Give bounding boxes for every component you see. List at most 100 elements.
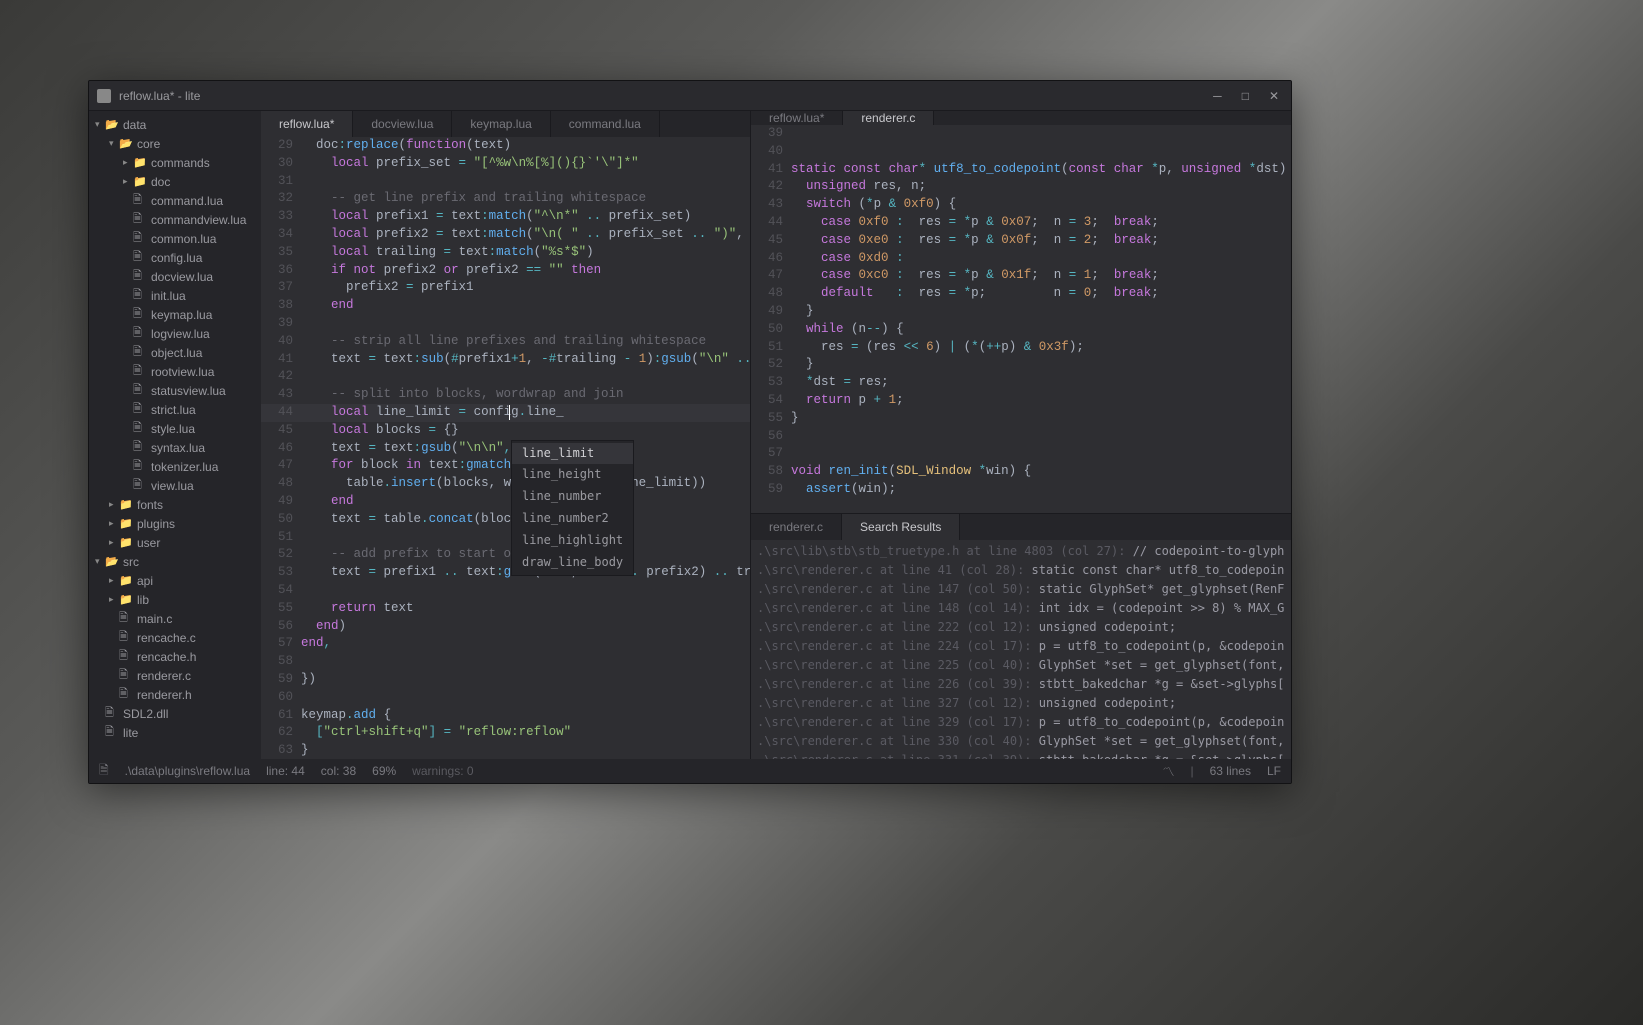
tree-item[interactable]: 🗎commandview.lua <box>89 210 261 229</box>
status-col: col: 38 <box>321 764 356 778</box>
bottom-tabs[interactable]: renderer.cSearch Results <box>751 514 1291 540</box>
tree-item-label: api <box>137 574 153 588</box>
search-result-row[interactable]: .\src\renderer.c at line 225 (col 40): G… <box>757 656 1285 675</box>
file-icon: 🗎 <box>119 647 133 666</box>
tree-item[interactable]: 🗎 style.lua <box>89 419 261 438</box>
tree-item[interactable]: 🗎init.lua <box>89 286 261 305</box>
file-icon: 🗎 <box>133 343 147 362</box>
tree-item-label: strict.lua <box>151 403 196 417</box>
tab[interactable]: Search Results <box>842 514 960 540</box>
tree-item[interactable]: 🗎keymap.lua <box>89 305 261 324</box>
tree-item[interactable]: 🗎strict.lua <box>89 400 261 419</box>
tree-item[interactable]: ▾📂data <box>89 115 261 134</box>
file-icon: 🗎 <box>133 419 147 438</box>
tree-item[interactable]: ▸📁fonts <box>89 495 261 514</box>
file-icon: 🗎 <box>133 229 147 248</box>
left-tabs[interactable]: reflow.lua*docview.luakeymap.luacommand.… <box>261 111 750 137</box>
tree-item[interactable]: 🗎rootview.lua <box>89 362 261 381</box>
search-result-row[interactable]: .\src\renderer.c at line 222 (col 12): u… <box>757 618 1285 637</box>
autocomplete-item[interactable]: line_number <box>512 486 633 508</box>
tree-item[interactable]: ▸📁api <box>89 571 261 590</box>
right-editor[interactable]: 39 40 41 42 43 44 45 46 47 48 49 50 51 5… <box>751 125 1291 513</box>
search-result-row[interactable]: .\src\lib\stb\stb_truetype.h at line 480… <box>757 542 1285 561</box>
app-window: reflow.lua* - lite ─ □ ✕ ▾📂data▾📂core▸📁c… <box>88 80 1292 784</box>
close-button[interactable]: ✕ <box>1269 89 1279 103</box>
tree-item-label: rencache.c <box>137 631 196 645</box>
tree-item[interactable]: 🗎rencache.h <box>89 647 261 666</box>
search-result-row[interactable]: .\src\renderer.c at line 148 (col 14): i… <box>757 599 1285 618</box>
left-editor[interactable]: 29 30 31 32 33 34 35 36 37 38 39 40 41 4… <box>261 137 750 759</box>
tree-item[interactable]: 🗎lite <box>89 723 261 742</box>
tree-item-label: rootview.lua <box>151 365 214 379</box>
status-warnings: warnings: 0 <box>412 764 473 778</box>
tab[interactable]: keymap.lua <box>452 111 550 137</box>
tree-item-label: src <box>123 555 139 569</box>
right-tabs[interactable]: reflow.lua*renderer.c <box>751 111 1291 125</box>
minimize-button[interactable]: ─ <box>1213 89 1222 103</box>
search-results[interactable]: .\src\lib\stb\stb_truetype.h at line 480… <box>751 540 1291 759</box>
tree-item[interactable]: ▾📂core <box>89 134 261 153</box>
tree-item[interactable]: 🗎renderer.h <box>89 685 261 704</box>
tab[interactable]: reflow.lua* <box>751 111 843 125</box>
folder-icon: 📁 <box>119 517 133 530</box>
file-tree[interactable]: ▾📂data▾📂core▸📁commands▸📁doc🗎command.lua🗎… <box>89 111 261 759</box>
tree-item[interactable]: 🗎main.c <box>89 609 261 628</box>
search-result-row[interactable]: .\src\renderer.c at line 226 (col 39): s… <box>757 675 1285 694</box>
tree-item[interactable]: ▸📁doc <box>89 172 261 191</box>
chevron-icon: ▸ <box>123 176 133 187</box>
autocomplete-item[interactable]: line_limit <box>512 443 633 465</box>
tree-item[interactable]: 🗎view.lua <box>89 476 261 495</box>
tree-item[interactable]: 🗎docview.lua <box>89 267 261 286</box>
search-result-row[interactable]: .\src\renderer.c at line 330 (col 40): G… <box>757 732 1285 751</box>
tree-item-label: core <box>137 137 160 151</box>
status-lines-count: 63 lines <box>1210 764 1251 778</box>
tab[interactable]: renderer.c <box>751 514 842 540</box>
tree-item[interactable]: 🗎config.lua <box>89 248 261 267</box>
search-result-row[interactable]: .\src\renderer.c at line 41 (col 28): st… <box>757 561 1285 580</box>
tree-item[interactable]: ▸📁lib <box>89 590 261 609</box>
folder-icon: 📁 <box>133 175 147 188</box>
chevron-icon: ▸ <box>123 157 133 168</box>
tree-item[interactable]: 🗎object.lua <box>89 343 261 362</box>
tree-item-label: style.lua <box>151 422 195 436</box>
tree-item-label: statusview.lua <box>151 384 226 398</box>
chevron-icon: ▾ <box>95 119 105 130</box>
file-icon: 🗎 <box>133 286 147 305</box>
tree-item[interactable]: 🗎common.lua <box>89 229 261 248</box>
tree-item[interactable]: 🗎rencache.c <box>89 628 261 647</box>
tab[interactable]: command.lua <box>551 111 660 137</box>
graph-icon: 〽 <box>1162 763 1174 780</box>
autocomplete-item[interactable]: draw_line_body <box>512 552 633 574</box>
titlebar[interactable]: reflow.lua* - lite ─ □ ✕ <box>89 81 1291 111</box>
tree-item[interactable]: ▸📁user <box>89 533 261 552</box>
tree-item-label: renderer.c <box>137 669 191 683</box>
search-result-row[interactable]: .\src\renderer.c at line 329 (col 17): p… <box>757 713 1285 732</box>
tree-item[interactable]: 🗎command.lua <box>89 191 261 210</box>
tree-item-label: commandview.lua <box>151 213 246 227</box>
tree-item[interactable]: 🗎syntax.lua <box>89 438 261 457</box>
search-result-row[interactable]: .\src\renderer.c at line 147 (col 50): s… <box>757 580 1285 599</box>
tab[interactable]: renderer.c <box>843 111 934 125</box>
autocomplete-item[interactable]: line_height <box>512 464 633 486</box>
tree-item[interactable]: ▾📂src <box>89 552 261 571</box>
search-result-row[interactable]: .\src\renderer.c at line 331 (col 39): s… <box>757 751 1285 759</box>
tree-item[interactable]: 🗎statusview.lua <box>89 381 261 400</box>
autocomplete-item[interactable]: line_number2 <box>512 508 633 530</box>
tree-item[interactable]: 🗎tokenizer.lua <box>89 457 261 476</box>
tree-item[interactable]: 🗎SDL2.dll <box>89 704 261 723</box>
tab[interactable]: reflow.lua* <box>261 111 353 137</box>
chevron-icon: ▸ <box>109 537 119 548</box>
search-result-row[interactable]: .\src\renderer.c at line 327 (col 12): u… <box>757 694 1285 713</box>
autocomplete-item[interactable]: line_highlight <box>512 530 633 552</box>
file-icon: 🗎 <box>133 438 147 457</box>
tree-item[interactable]: ▸📁commands <box>89 153 261 172</box>
tree-item[interactable]: 🗎renderer.c <box>89 666 261 685</box>
tree-item[interactable]: ▸📁plugins <box>89 514 261 533</box>
tree-item-label: lib <box>137 593 149 607</box>
tab[interactable]: docview.lua <box>353 111 452 137</box>
autocomplete-popup[interactable]: line_limitline_heightline_numberline_num… <box>511 440 634 577</box>
tree-item[interactable]: 🗎logview.lua <box>89 324 261 343</box>
chevron-icon: ▸ <box>109 499 119 510</box>
maximize-button[interactable]: □ <box>1242 89 1249 103</box>
search-result-row[interactable]: .\src\renderer.c at line 224 (col 17): p… <box>757 637 1285 656</box>
